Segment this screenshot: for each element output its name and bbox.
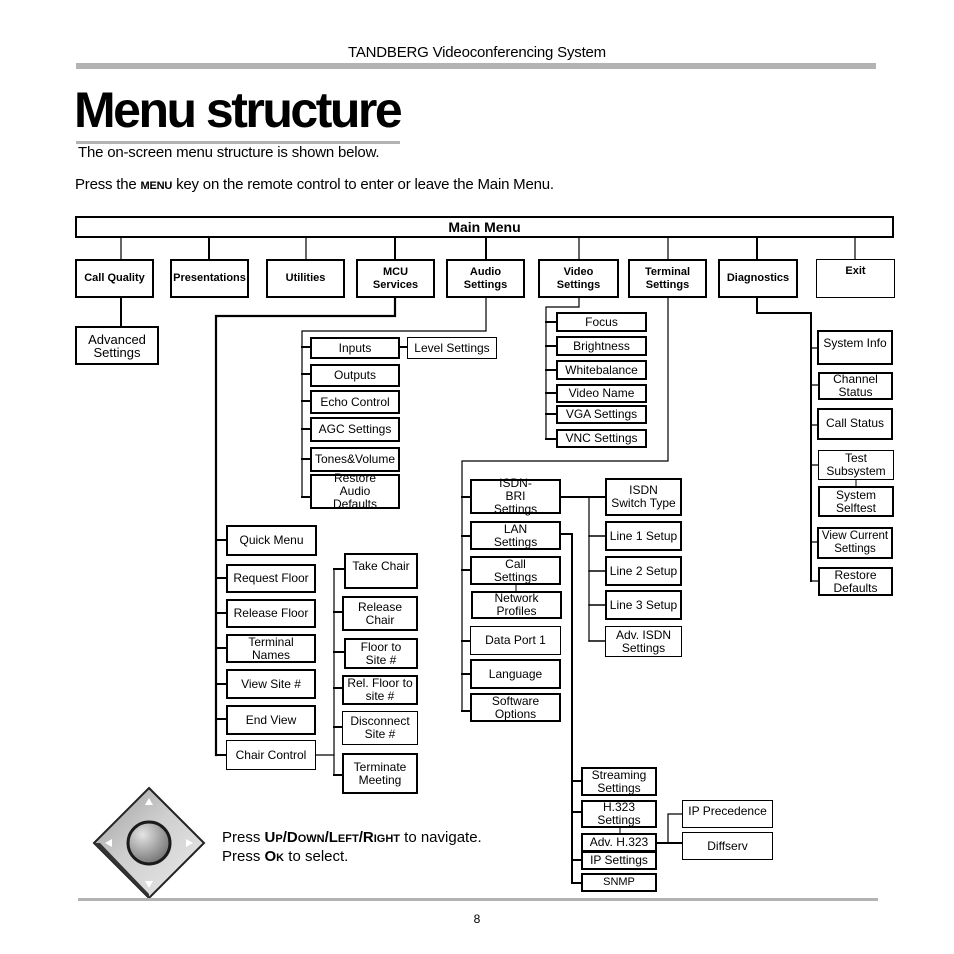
menu-system-selftest[interactable]: System Selftest [818, 486, 894, 517]
menu-inputs[interactable]: Inputs [310, 337, 400, 359]
menu-rel-floor-to-site[interactable]: Rel. Floor to site # [342, 675, 418, 705]
menu-advanced-settings[interactable]: Advanced Settings [75, 326, 159, 365]
menu-whitebalance[interactable]: Whitebalance [556, 360, 647, 380]
menu-streaming-settings[interactable]: Streaming Settings [581, 767, 657, 796]
menu-restore-defaults[interactable]: Restore Defaults [818, 567, 893, 596]
menu-tones-volume[interactable]: Tones&Volume [310, 447, 400, 472]
navigation-line-2: Press Ok to select. [222, 847, 482, 866]
menu-brightness[interactable]: Brightness [556, 336, 647, 356]
menu-language[interactable]: Language [470, 659, 561, 689]
menu-ip-settings[interactable]: IP Settings [581, 851, 657, 870]
connector [588, 535, 607, 642]
menu-view-current-settings[interactable]: View Current Settings [817, 527, 893, 559]
menu-adv-h323[interactable]: Adv. H.323 [581, 833, 657, 852]
key-left: Left [328, 829, 359, 846]
menu-level-settings[interactable]: Level Settings [407, 337, 497, 359]
menu-video-name[interactable]: Video Name [556, 384, 647, 403]
menu-focus[interactable]: Focus [556, 312, 647, 332]
navigation-help: Press Up/Down/Left/Right to navigate. Pr… [222, 828, 482, 866]
nav-text: to navigate. [399, 829, 482, 846]
menu-take-chair[interactable]: Take Chair [344, 553, 418, 589]
nav-text: Press [222, 848, 265, 865]
menu-data-port-1[interactable]: Data Port 1 [470, 626, 561, 655]
menu-utilities[interactable]: Utilities [266, 259, 345, 298]
menu-network-profiles[interactable]: Network Profiles [471, 591, 562, 619]
menu-request-floor[interactable]: Request Floor [226, 564, 316, 593]
menu-audio-settings[interactable]: Audio Settings [446, 259, 525, 298]
menu-agc-settings[interactable]: AGC Settings [310, 417, 400, 442]
menu-exit[interactable]: Exit [816, 259, 895, 298]
menu-lan-settings[interactable]: LAN Settings [470, 521, 561, 550]
menu-test-subsystem[interactable]: Test Subsystem [818, 450, 894, 480]
menu-snmp[interactable]: SNMP [581, 873, 657, 892]
menu-outputs[interactable]: Outputs [310, 364, 400, 387]
connector [559, 533, 573, 884]
menu-quick-menu[interactable]: Quick Menu [226, 525, 317, 556]
menu-video-settings[interactable]: Video Settings [538, 259, 619, 298]
menu-view-site[interactable]: View Site # [226, 669, 316, 699]
menu-disconnect-site[interactable]: Disconnect Site # [342, 711, 418, 745]
navigation-line-1: Press Up/Down/Left/Right to navigate. [222, 829, 482, 846]
menu-chair-control[interactable]: Chair Control [226, 740, 316, 770]
key-right: Right [362, 829, 400, 846]
menu-vga-settings[interactable]: VGA Settings [556, 405, 647, 424]
menu-line-1-setup[interactable]: Line 1 Setup [605, 521, 682, 551]
nav-text: to select. [284, 848, 349, 865]
key-ok: Ok [264, 848, 285, 865]
menu-release-chair[interactable]: Release Chair [342, 596, 418, 631]
menu-end-view[interactable]: End View [226, 705, 316, 735]
remote-navigation-pad [92, 786, 206, 900]
footer-rule [78, 898, 878, 901]
menu-release-floor[interactable]: Release Floor [226, 599, 316, 628]
menu-terminal-names[interactable]: Terminal Names [226, 634, 316, 663]
menu-presentations[interactable]: Presentations [170, 259, 249, 298]
menu-floor-to-site[interactable]: Floor to Site # [344, 638, 418, 669]
menu-terminate-meeting[interactable]: Terminate Meeting [342, 753, 418, 794]
key-up: Up [264, 829, 283, 846]
menu-adv-isdn-settings[interactable]: Adv. ISDN Settings [605, 626, 682, 657]
connector [756, 296, 812, 582]
key-down: Down [286, 829, 325, 846]
menu-system-info[interactable]: System Info [817, 330, 893, 365]
menu-call-status[interactable]: Call Status [817, 408, 893, 440]
page-number: 8 [473, 912, 481, 926]
menu-mcu-services[interactable]: MCU Services [356, 259, 435, 298]
menu-line-3-setup[interactable]: Line 3 Setup [605, 590, 682, 620]
menu-software-options[interactable]: Software Options [470, 693, 561, 722]
main-menu-root[interactable]: Main Menu [75, 216, 894, 238]
menu-h323-settings[interactable]: H.323 Settings [581, 800, 657, 828]
menu-terminal-settings[interactable]: Terminal Settings [628, 259, 707, 298]
menu-vnc-settings[interactable]: VNC Settings [556, 429, 647, 448]
menu-line-2-setup[interactable]: Line 2 Setup [605, 556, 682, 586]
menu-echo-control[interactable]: Echo Control [310, 390, 400, 414]
menu-call-settings[interactable]: Call Settings [470, 556, 561, 585]
menu-channel-status[interactable]: Channel Status [818, 372, 893, 400]
menu-call-quality[interactable]: Call Quality [75, 259, 154, 298]
connector [301, 346, 311, 498]
menu-isdn-switch-type[interactable]: ISDN Switch Type [605, 478, 682, 516]
menu-diffserv[interactable]: Diffserv [682, 832, 773, 860]
menu-restore-audio-defaults[interactable]: Restore Audio Defaults [310, 472, 400, 511]
connector [215, 539, 227, 756]
menu-isdn-bri-settings[interactable]: ISDN-BRI Settings [470, 477, 561, 516]
connector [667, 813, 684, 844]
nav-text: Press [222, 829, 265, 846]
ok-button [126, 820, 172, 866]
menu-diagnostics[interactable]: Diagnostics [718, 259, 798, 298]
menu-ip-precedence[interactable]: IP Precedence [682, 800, 773, 828]
